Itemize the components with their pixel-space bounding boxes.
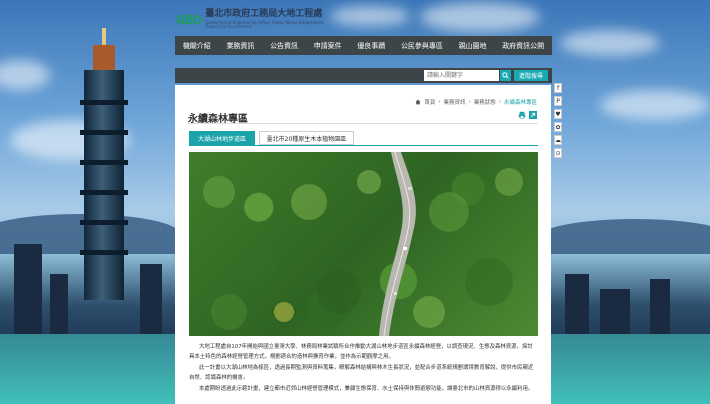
- nav-item-about[interactable]: 機關介紹: [175, 36, 219, 55]
- logo-english-name: Geotechnical Engineering Office, Public …: [205, 20, 325, 29]
- advanced-search-button[interactable]: 進階搜尋: [514, 70, 548, 81]
- nav-item-business[interactable]: 業務資訊: [219, 36, 263, 55]
- site-logo[interactable]: GEO 臺北市政府工務局大地工程處 Geotechnical Engineeri…: [176, 10, 325, 29]
- nav-item-gov-info[interactable]: 政府資訊公開: [494, 36, 552, 55]
- search-button[interactable]: [500, 70, 511, 81]
- breadcrumb: 首頁 › 業務資訊 › 業務狀態 › 永續森林專區: [415, 98, 537, 106]
- search-icon: [502, 72, 509, 79]
- breadcrumb-home[interactable]: 首頁: [424, 98, 435, 106]
- social-share-bar: f P ♥ ✿ ☁ ⊙: [554, 83, 562, 158]
- nav-item-mountain[interactable]: 親山園地: [451, 36, 495, 55]
- weather-icon[interactable]: ☁: [554, 135, 562, 145]
- breadcrumb-business[interactable]: 業務資訊: [444, 98, 466, 106]
- forest-aerial-photo: [189, 152, 538, 336]
- facebook-icon[interactable]: f: [554, 83, 562, 93]
- circle-icon[interactable]: ⊙: [554, 148, 562, 158]
- main-content: 首頁 › 業務資訊 › 業務狀態 › 永續森林專區 永續森林專區 大湖山林地步道…: [175, 85, 551, 404]
- breadcrumb-status[interactable]: 業務狀態: [474, 98, 496, 106]
- logo-chinese-name: 臺北市政府工務局大地工程處: [205, 9, 323, 19]
- nav-item-citizen[interactable]: 公民參與專區: [393, 36, 451, 55]
- line-icon[interactable]: ✿: [554, 122, 562, 132]
- tab-native-plants[interactable]: 臺北市20種原生木本植物園區: [259, 131, 354, 145]
- logo-mark: GEO: [176, 12, 202, 27]
- nav-item-applications[interactable]: 申請案件: [306, 36, 350, 55]
- article-paragraph: 此一計畫以大湖山林地為樣區，透過長期監測與資料蒐集，瞭解森林結構與林木生長狀況，…: [189, 365, 534, 381]
- article-body: 大地工程處自107年開始與國立臺灣大學、林務局林業試驗所合作推動大湖山林地步道區…: [189, 342, 538, 395]
- breadcrumb-current: 永續森林專區: [503, 100, 537, 106]
- main-nav: 機關介紹 業務資訊 公告資訊 申請案件 優良事蹟 公民參與專區 親山園地 政府資…: [175, 36, 552, 55]
- article-paragraph: 大地工程處自107年開始與國立臺灣大學、林務局林業試驗所合作推動大湖山林地步道區…: [189, 344, 533, 360]
- plurk-icon[interactable]: P: [554, 96, 562, 106]
- nav-item-achievements[interactable]: 優良事蹟: [350, 36, 394, 55]
- home-icon: [415, 99, 421, 105]
- nav-item-announcements[interactable]: 公告資訊: [262, 36, 306, 55]
- article-paragraph: 本處期盼透過此示範計畫，建立都市近郊山林經營管理模式，兼顧生態保育、水土保持與休…: [199, 386, 534, 392]
- favorite-icon[interactable]: ♥: [554, 109, 562, 119]
- search-input[interactable]: [424, 70, 499, 81]
- print-icon[interactable]: [518, 111, 526, 119]
- share-icon[interactable]: [529, 111, 537, 119]
- tab-dahu-trail[interactable]: 大湖山林地步道區: [189, 131, 255, 145]
